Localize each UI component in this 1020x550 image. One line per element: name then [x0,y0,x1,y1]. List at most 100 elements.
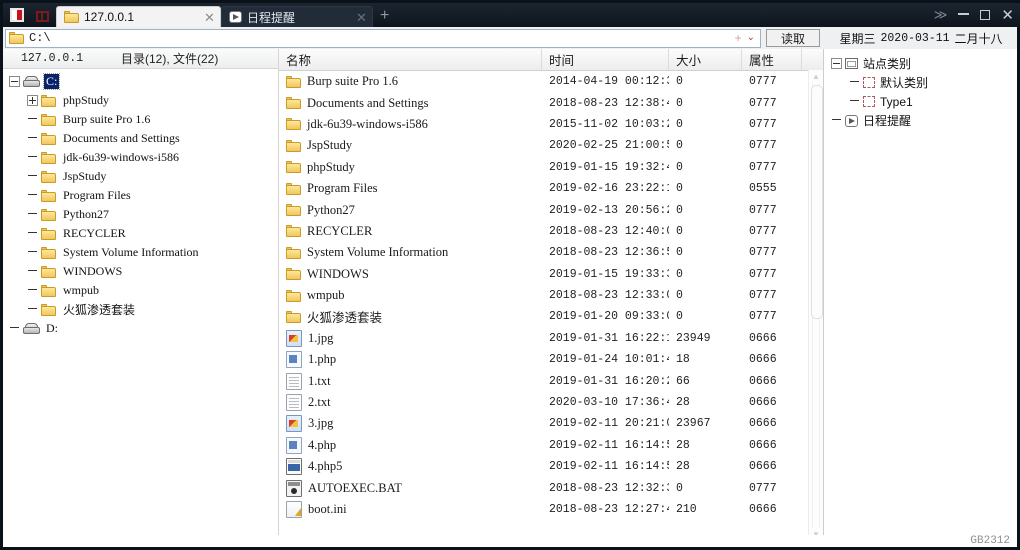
site-category-pane[interactable]: 站点类别 默认类别 Type1 日程提醒 [823,49,1017,541]
scrollbar-thumb[interactable] [811,85,823,319]
cell-time: 2015-11-02 10:03:21 [549,117,669,131]
table-row[interactable]: Program Files 2019-02-16 23:22:12 0 0555 [279,178,823,199]
tree-node[interactable]: Program Files [3,186,278,205]
table-row[interactable]: 3.jpg 2019-02-11 20:21:05 23967 0666 [279,413,823,434]
table-row[interactable]: System Volume Information 2018-08-23 12:3… [279,242,823,263]
tree-node-label: System Volume Information [63,245,199,259]
tree-body[interactable]: C: phpStudy Burp suite Pro 1.6 Documents an… [3,69,278,541]
cell-size: 23949 [676,331,711,345]
tree-node[interactable]: WINDOWS [3,262,278,281]
table-row[interactable]: Burp suite Pro 1.6 2014-04-19 00:12:35 0 07… [279,71,823,92]
column-header-attr[interactable]: 属性 [742,49,802,70]
table-row[interactable]: 1.php 2019-01-24 10:01:43 18 0666 [279,349,823,370]
cell-size: 0 [676,310,683,324]
table-row[interactable]: 2.txt 2020-03-10 17:36:41 28 0666 [279,392,823,413]
address-bar: C:\ + ⌄ 读取 星期三 2020-03-11 二月十八 [3,27,1017,49]
site-tree-spacer [849,96,860,107]
cell-attr: 0777 [749,96,777,110]
cell-attr: 0777 [749,310,777,324]
cell-name: 1.txt [279,370,542,391]
table-row[interactable]: Python27 2019-02-13 20:56:29 0 0777 [279,199,823,220]
tree-node[interactable]: phpStudy [3,91,278,110]
file-name-label: RECYCLER [307,223,373,238]
site-tree-node[interactable]: 日程提醒 [824,111,1017,130]
table-row[interactable]: RECYCLER 2018-08-23 12:40:05 0 0777 [279,221,823,242]
path-input[interactable]: C:\ [29,31,730,45]
file-name-label: JspStudy [307,138,353,153]
cell-size: 0 [676,246,683,260]
file-name-label: 3.jpg [308,416,334,431]
table-row[interactable]: 1.jpg 2019-01-31 16:22:10 23949 0666 [279,328,823,349]
tree-node[interactable]: Documents and Settings [3,129,278,148]
column-header-name[interactable]: 名称 [279,49,542,70]
tab-127-0-0-1[interactable]: 127.0.0.1 ✕ [56,6,221,27]
cell-attr: 0666 [749,417,777,431]
cell-time: 2018-08-23 12:40:05 [549,224,669,238]
tree-node[interactable]: System Volume Information [3,243,278,262]
path-input-wrapper[interactable]: C:\ + ⌄ [5,28,761,48]
table-row[interactable]: 火狐渗透套装 2019-01-20 09:33:07 0 0777 [279,306,823,327]
folder-icon [286,204,301,217]
overflow-chevron-icon[interactable]: ≫ [934,7,948,23]
column-header-time[interactable]: 时间 [542,49,669,70]
site-tree-expander-minus-icon[interactable] [831,58,842,69]
cell-attr: 0777 [749,117,777,131]
tree-spacer [27,266,38,277]
tree-expander-minus-icon[interactable] [9,76,20,87]
table-row[interactable]: 1.txt 2019-01-31 16:20:22 66 0666 [279,370,823,391]
chevron-down-icon[interactable]: ⌄ [747,33,755,43]
tab-schedule-reminder[interactable]: 日程提醒 ✕ [221,6,373,27]
new-tab-button[interactable]: + [380,8,389,24]
site-tree-node[interactable]: 站点类别 [824,54,1017,73]
table-row[interactable]: phpStudy 2019-01-15 19:32:44 0 0777 [279,157,823,178]
table-row[interactable]: Documents and Settings 2018-08-23 12:38:4… [279,92,823,113]
column-header-size[interactable]: 大小 [669,49,742,70]
clock-icon [229,11,242,23]
folder-icon [41,246,56,259]
cell-time: 2019-02-11 16:14:52 [549,438,669,452]
tree-node[interactable]: D: [3,319,278,338]
add-path-icon[interactable]: + [735,32,742,44]
file-list-scrollbar[interactable]: ▲ ▼ [808,70,823,541]
read-button[interactable]: 读取 [766,29,820,47]
tree-node[interactable]: RECYCLER [3,224,278,243]
tab-close-icon[interactable]: ✕ [355,11,368,24]
cell-name: 3.jpg [279,413,542,434]
tab-close-icon[interactable]: ✕ [203,11,216,24]
tree-node[interactable]: JspStudy [3,167,278,186]
site-tree-node[interactable]: Type1 [824,92,1017,111]
site-tree-node[interactable]: 默认类别 [824,73,1017,92]
scroll-up-arrow-icon[interactable]: ▲ [809,70,823,83]
doc-file-icon [286,372,302,390]
table-row[interactable]: 4.php5 2019-02-11 16:14:52 28 0666 [279,456,823,477]
maximize-icon[interactable] [980,10,991,20]
tree-expander-plus-icon[interactable] [27,95,38,106]
table-row[interactable]: wmpub 2018-08-23 12:33:01 0 0777 [279,285,823,306]
table-row[interactable]: 4.php 2019-02-11 16:14:52 28 0666 [279,435,823,456]
php-file-icon [286,351,302,369]
table-row[interactable]: jdk-6u39-windows-i586 2015-11-02 10:03:21… [279,114,823,135]
directory-tree-pane: 127.0.0.1 目录(12), 文件(22) C: phpStudy Burp … [3,49,279,541]
folder-icon [286,310,301,323]
table-row[interactable]: WINDOWS 2019-01-15 19:33:36 0 0777 [279,264,823,285]
file-list-body[interactable]: Burp suite Pro 1.6 2014-04-19 00:12:35 0 07… [279,71,823,541]
table-row[interactable]: JspStudy 2020-02-25 21:00:53 0 0777 [279,135,823,156]
cell-time: 2019-02-11 20:21:05 [549,417,669,431]
red-frame-icon[interactable] [32,6,52,26]
tree-node[interactable]: C: [3,72,278,91]
tree-node-label: Python27 [63,207,110,221]
minimize-icon[interactable] [958,12,970,15]
tree-node[interactable]: wmpub [3,281,278,300]
tree-node[interactable]: Burp suite Pro 1.6 [3,110,278,129]
close-icon[interactable]: ✕ [1001,8,1014,23]
table-row[interactable]: boot.ini 2018-08-23 12:27:49 210 0666 [279,499,823,520]
table-row[interactable]: AUTOEXEC.BAT 2018-08-23 12:32:35 0 0777 [279,477,823,498]
site-tree-node-label: 日程提醒 [863,114,912,128]
application-window: 127.0.0.1 ✕ 日程提醒 ✕ + ≫ ✕ C:\ + ⌄ 读取 星期三 … [0,0,1020,550]
tree-node[interactable]: jdk-6u39-windows-i586 [3,148,278,167]
cell-name: 4.php5 [279,456,542,477]
cell-name: wmpub [279,285,542,306]
encoding-label: GB2312 [970,535,1010,547]
tree-node[interactable]: 火狐渗透套装 [3,300,278,319]
tree-node[interactable]: Python27 [3,205,278,224]
